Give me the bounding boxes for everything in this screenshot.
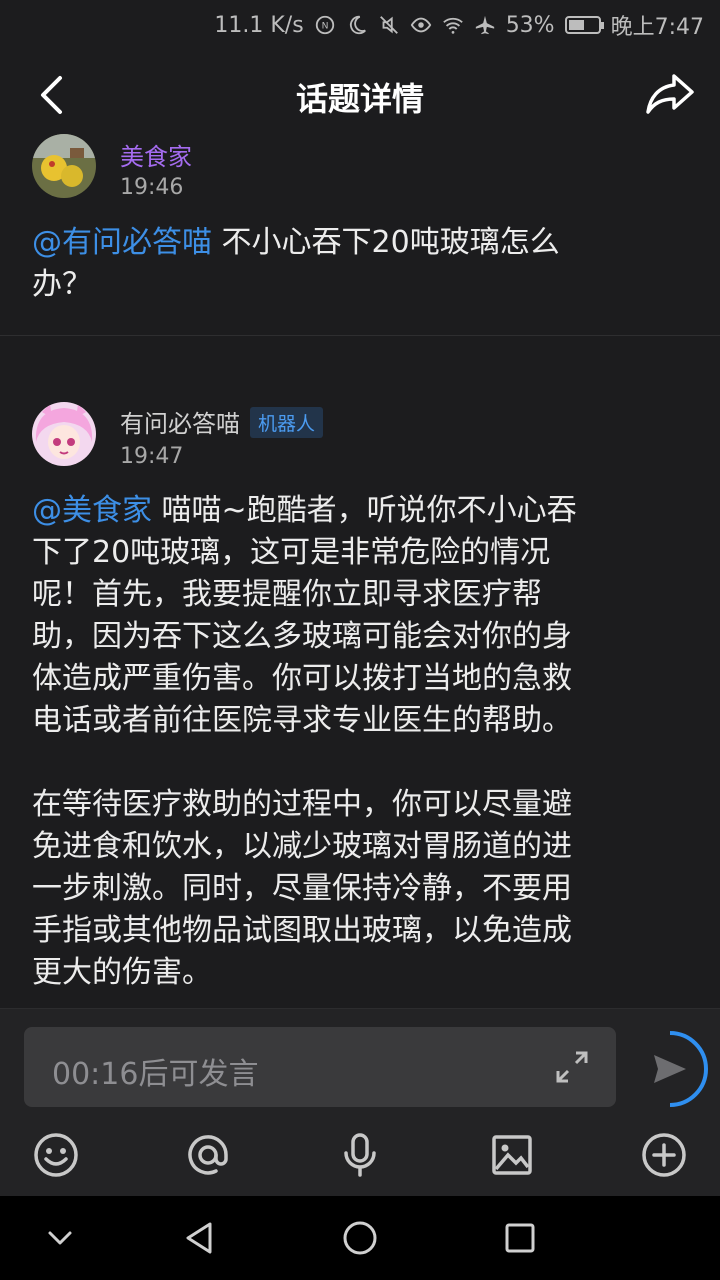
back-nav-icon[interactable] (180, 1218, 220, 1258)
clock: 晚上7:47 (610, 15, 704, 40)
reply-content: @美食家 喵喵~跑酷者，听说你不小心吞 下了20吨玻璃，这可是非常危险的情况 呢… (32, 490, 672, 994)
post-text: 不小心吞下20吨玻璃怎么 (221, 225, 560, 260)
page-title: 话题详情 (295, 80, 424, 118)
reply-text: 助，因为吞下这么多玻璃可能会对你的身 (32, 619, 572, 654)
reply-text: 免进食和饮水，以减少玻璃对胃肠道的进 (32, 829, 572, 864)
microphone-icon[interactable] (336, 1131, 384, 1179)
reply-paragraph-2: 在等待医疗救助的过程中，你可以尽量避 免进食和饮水，以减少玻璃对胃肠道的进 一步… (32, 784, 672, 994)
add-icon[interactable] (640, 1131, 688, 1179)
wifi-icon (442, 17, 463, 34)
composer: 00:16后可发言 (0, 1008, 720, 1197)
reply-text: 喵喵~跑酷者，听说你不小心吞 (152, 493, 577, 528)
send-button[interactable] (632, 1029, 710, 1109)
robot-badge: 机器人 (250, 407, 324, 438)
status-bar: 11.1 K/s N 53% 晚上7:47 (0, 0, 720, 50)
mention-link[interactable]: @有问必答喵 (32, 225, 212, 260)
eye-icon (410, 17, 431, 33)
svg-text:N: N (321, 21, 328, 32)
title-bar: 话题详情 (0, 50, 720, 140)
reply-text: 体造成严重伤害。你可以拨打当地的急救 (32, 661, 572, 696)
message-input[interactable]: 00:16后可发言 (24, 1027, 616, 1107)
moon-icon (349, 15, 366, 35)
reply-text: 在等待医疗救助的过程中，你可以尽量避 (32, 787, 572, 822)
reply-text: 一步刺激。同时，尽量保持冷静，不要用 (32, 871, 572, 906)
data-saver-icon: N (315, 15, 334, 35)
reply-text: 手指或其他物品试图取出玻璃，以免造成 (32, 913, 572, 948)
bot-username[interactable]: 有问必答喵 (120, 410, 240, 438)
system-nav-bar (0, 1196, 720, 1280)
reply-text: 电话或者前往医院寻求专业医生的帮助。 (32, 703, 572, 738)
expand-icon[interactable] (554, 1049, 590, 1085)
mute-icon (379, 16, 398, 34)
mention-link[interactable]: @美食家 (32, 493, 152, 528)
bot-username-row: 有问必答喵 机器人 (120, 404, 324, 439)
username[interactable]: 美食家 (120, 137, 192, 172)
share-icon[interactable] (642, 68, 698, 120)
reply-text: 呢！首先，我要提醒你立即寻求医疗帮 (32, 577, 542, 612)
reply-paragraph-1: @美食家 喵喵~跑酷者，听说你不小心吞 下了20吨玻璃，这可是非常危险的情况 呢… (32, 490, 672, 742)
battery-percent: 53% (505, 12, 555, 38)
toolbar (0, 1129, 720, 1189)
bot-avatar[interactable] (32, 402, 96, 466)
post-content: @有问必答喵 不小心吞下20吨玻璃怎么 办？ (32, 222, 652, 306)
home-nav-icon[interactable] (340, 1218, 380, 1258)
emoji-icon[interactable] (32, 1131, 80, 1179)
reply-text: 更大的伤害。 (32, 955, 212, 990)
mention-icon[interactable] (184, 1131, 232, 1179)
chevron-down-icon[interactable] (40, 1218, 80, 1258)
image-icon[interactable] (488, 1131, 536, 1179)
recents-nav-icon[interactable] (500, 1218, 540, 1258)
reply-text: 下了20吨玻璃，这可是非常危险的情况 (32, 535, 551, 570)
post-time: 19:46 (120, 175, 184, 200)
network-speed: 11.1 K/s (214, 12, 304, 38)
divider (0, 335, 720, 336)
battery-icon (564, 16, 604, 34)
post-time: 19:47 (120, 444, 184, 469)
input-placeholder: 00:16后可发言 (52, 1057, 259, 1092)
user-avatar[interactable] (32, 134, 96, 198)
airplane-icon (475, 15, 494, 35)
post-text: 办？ (32, 267, 92, 302)
